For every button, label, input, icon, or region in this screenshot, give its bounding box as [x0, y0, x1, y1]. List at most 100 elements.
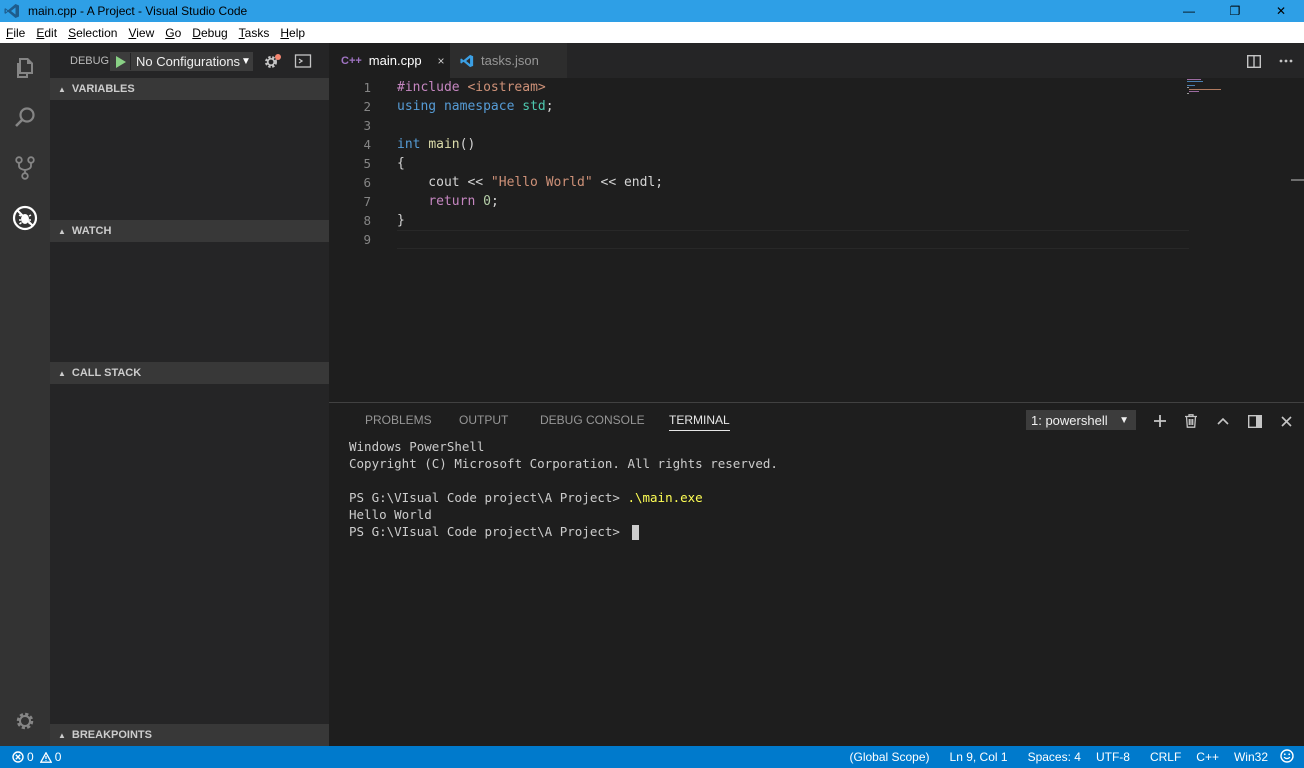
- tab-main-cpp[interactable]: C++ main.cpp ×: [329, 43, 450, 78]
- problems-status[interactable]: 0 0: [12, 750, 61, 764]
- line-number-gutter: 1 2 3 4 5 6 7 8 9: [329, 78, 371, 249]
- code-line[interactable]: using namespace std;: [397, 97, 663, 116]
- panel-tab-terminal[interactable]: TERMINAL: [669, 413, 730, 431]
- tab-tasks-json[interactable]: tasks.json: [450, 43, 567, 78]
- terminal-text: Windows PowerShell: [349, 439, 485, 454]
- code-line[interactable]: [397, 116, 663, 135]
- tab-label: tasks.json: [481, 53, 539, 68]
- code-editor[interactable]: 123456789 #include <iostream> using names…: [329, 78, 1304, 402]
- menu-view[interactable]: View: [128, 26, 154, 40]
- line-number: 2: [363, 99, 371, 114]
- menu-edit[interactable]: Edit: [36, 26, 57, 40]
- debug-console-icon[interactable]: [294, 53, 312, 69]
- line-number: 1: [363, 80, 371, 95]
- watch-section-header[interactable]: ▲ WATCH: [50, 220, 329, 242]
- more-actions-icon[interactable]: [1278, 53, 1294, 69]
- code-content[interactable]: #include <iostream> using namespace std; i…: [397, 78, 663, 249]
- terminal-command: .\main.exe: [627, 490, 703, 505]
- kill-terminal-trash-icon[interactable]: [1183, 413, 1199, 429]
- code-token: namespace: [443, 99, 523, 114]
- code-token: <iostream>: [467, 80, 546, 95]
- debug-configuration-select[interactable]: No Configurations ▼: [110, 52, 253, 71]
- start-debugging-button[interactable]: [111, 53, 131, 70]
- debug-configuration-value: No Configurations: [136, 54, 240, 69]
- panel-tab-debug-console[interactable]: DEBUG CONSOLE: [540, 413, 645, 427]
- code-token: ;: [490, 194, 499, 209]
- error-icon: [12, 751, 24, 763]
- code-line[interactable]: }: [397, 211, 663, 230]
- code-token: using: [397, 99, 444, 114]
- status-eol[interactable]: CRLF: [1150, 750, 1181, 764]
- collapse-arrow-icon: ▲: [58, 730, 66, 740]
- feedback-smiley-icon[interactable]: [1280, 748, 1294, 766]
- code-line[interactable]: #include <iostream>: [397, 78, 663, 97]
- close-panel-icon[interactable]: [1278, 413, 1294, 429]
- menu-file[interactable]: File: [6, 26, 25, 40]
- explorer-icon[interactable]: [0, 44, 50, 92]
- menu-debug[interactable]: Debug: [192, 26, 227, 40]
- play-icon: [115, 55, 126, 68]
- tab-label: main.cpp: [368, 53, 422, 68]
- search-icon[interactable]: [0, 94, 50, 142]
- menu-tasks[interactable]: Tasks: [239, 26, 270, 40]
- toggle-panel-position-icon[interactable]: [1247, 413, 1263, 429]
- vscode-logo-icon: [4, 4, 19, 18]
- panel-tab-problems[interactable]: PROBLEMS: [365, 413, 432, 427]
- line-number: 3: [363, 118, 371, 133]
- scrollbar-cursor-marker: [1291, 179, 1304, 181]
- code-line[interactable]: return 0;: [397, 192, 663, 211]
- source-control-icon[interactable]: [0, 144, 50, 192]
- watch-section-title: WATCH: [71, 225, 112, 237]
- minimize-icon[interactable]: —: [1166, 0, 1212, 22]
- code-line[interactable]: int main(): [397, 135, 663, 154]
- menu-go[interactable]: Go: [165, 26, 181, 40]
- split-editor-icon[interactable]: [1246, 53, 1262, 69]
- status-scope[interactable]: (Global Scope): [849, 750, 929, 764]
- configure-gear-icon[interactable]: [263, 53, 283, 71]
- window-title: main.cpp - A Project - Visual Studio Cod…: [28, 4, 248, 18]
- terminal-text: PS G:\VIsual Code project\A Project>: [349, 490, 628, 505]
- terminal-output[interactable]: Windows PowerShell Copyright (C) Microsof…: [349, 438, 778, 540]
- menu-selection[interactable]: Selection: [68, 26, 117, 40]
- new-terminal-icon[interactable]: [1152, 413, 1168, 429]
- variables-section-header[interactable]: ▲ VARIABLES: [50, 78, 329, 100]
- code-token: "Hello World": [490, 175, 593, 190]
- maximize-icon[interactable]: ❐: [1212, 0, 1258, 22]
- title-bar: main.cpp - A Project - Visual Studio Cod…: [0, 0, 1304, 22]
- vscode-file-icon: [460, 54, 474, 67]
- code-token: cout <<: [397, 175, 491, 190]
- status-language[interactable]: C++: [1196, 750, 1219, 764]
- status-indentation[interactable]: Spaces: 4: [1028, 750, 1081, 764]
- code-token: << endl;: [592, 175, 664, 190]
- code-line[interactable]: cout << "Hello World" << endl;: [397, 173, 663, 192]
- line-number: 7: [363, 194, 371, 209]
- code-line[interactable]: {: [397, 154, 663, 173]
- code-token: ;: [545, 99, 554, 114]
- terminal-cursor: [632, 525, 640, 540]
- close-tab-icon[interactable]: ×: [438, 54, 445, 68]
- debug-icon[interactable]: [0, 194, 50, 242]
- line-number: 9: [363, 232, 371, 247]
- terminal-instance-select[interactable]: 1: powershell ▼: [1026, 410, 1136, 430]
- dropdown-caret-icon: ▼: [1119, 414, 1129, 426]
- breakpoints-section-title: BREAKPOINTS: [71, 729, 152, 741]
- call-stack-section-header[interactable]: ▲ CALL STACK: [50, 362, 329, 384]
- breakpoints-section-header[interactable]: ▲ BREAKPOINTS: [50, 724, 329, 746]
- code-line[interactable]: [397, 230, 663, 249]
- minimap[interactable]: [1187, 78, 1247, 108]
- status-encoding[interactable]: UTF-8: [1096, 750, 1130, 764]
- status-cursor-position[interactable]: Ln 9, Col 1: [950, 750, 1008, 764]
- status-right-items: (Global Scope) Ln 9, Col 1 Spaces: 4 UTF…: [849, 746, 1304, 768]
- status-bar: 0 0 (Global Scope) Ln 9, Col 1 Spaces: 4…: [0, 746, 1304, 768]
- warning-icon: [39, 751, 52, 763]
- status-platform[interactable]: Win32: [1234, 750, 1268, 764]
- menu-bar: File Edit Selection View Go Debug Tasks …: [0, 22, 1304, 43]
- maximize-panel-chevron-up-icon[interactable]: [1215, 413, 1231, 429]
- panel-tab-output[interactable]: OUTPUT: [459, 413, 508, 427]
- code-token: std: [522, 99, 546, 114]
- collapse-arrow-icon: ▲: [58, 368, 66, 378]
- settings-gear-icon[interactable]: [0, 697, 50, 745]
- menu-help[interactable]: Help: [280, 26, 305, 40]
- close-icon[interactable]: ✕: [1258, 0, 1304, 22]
